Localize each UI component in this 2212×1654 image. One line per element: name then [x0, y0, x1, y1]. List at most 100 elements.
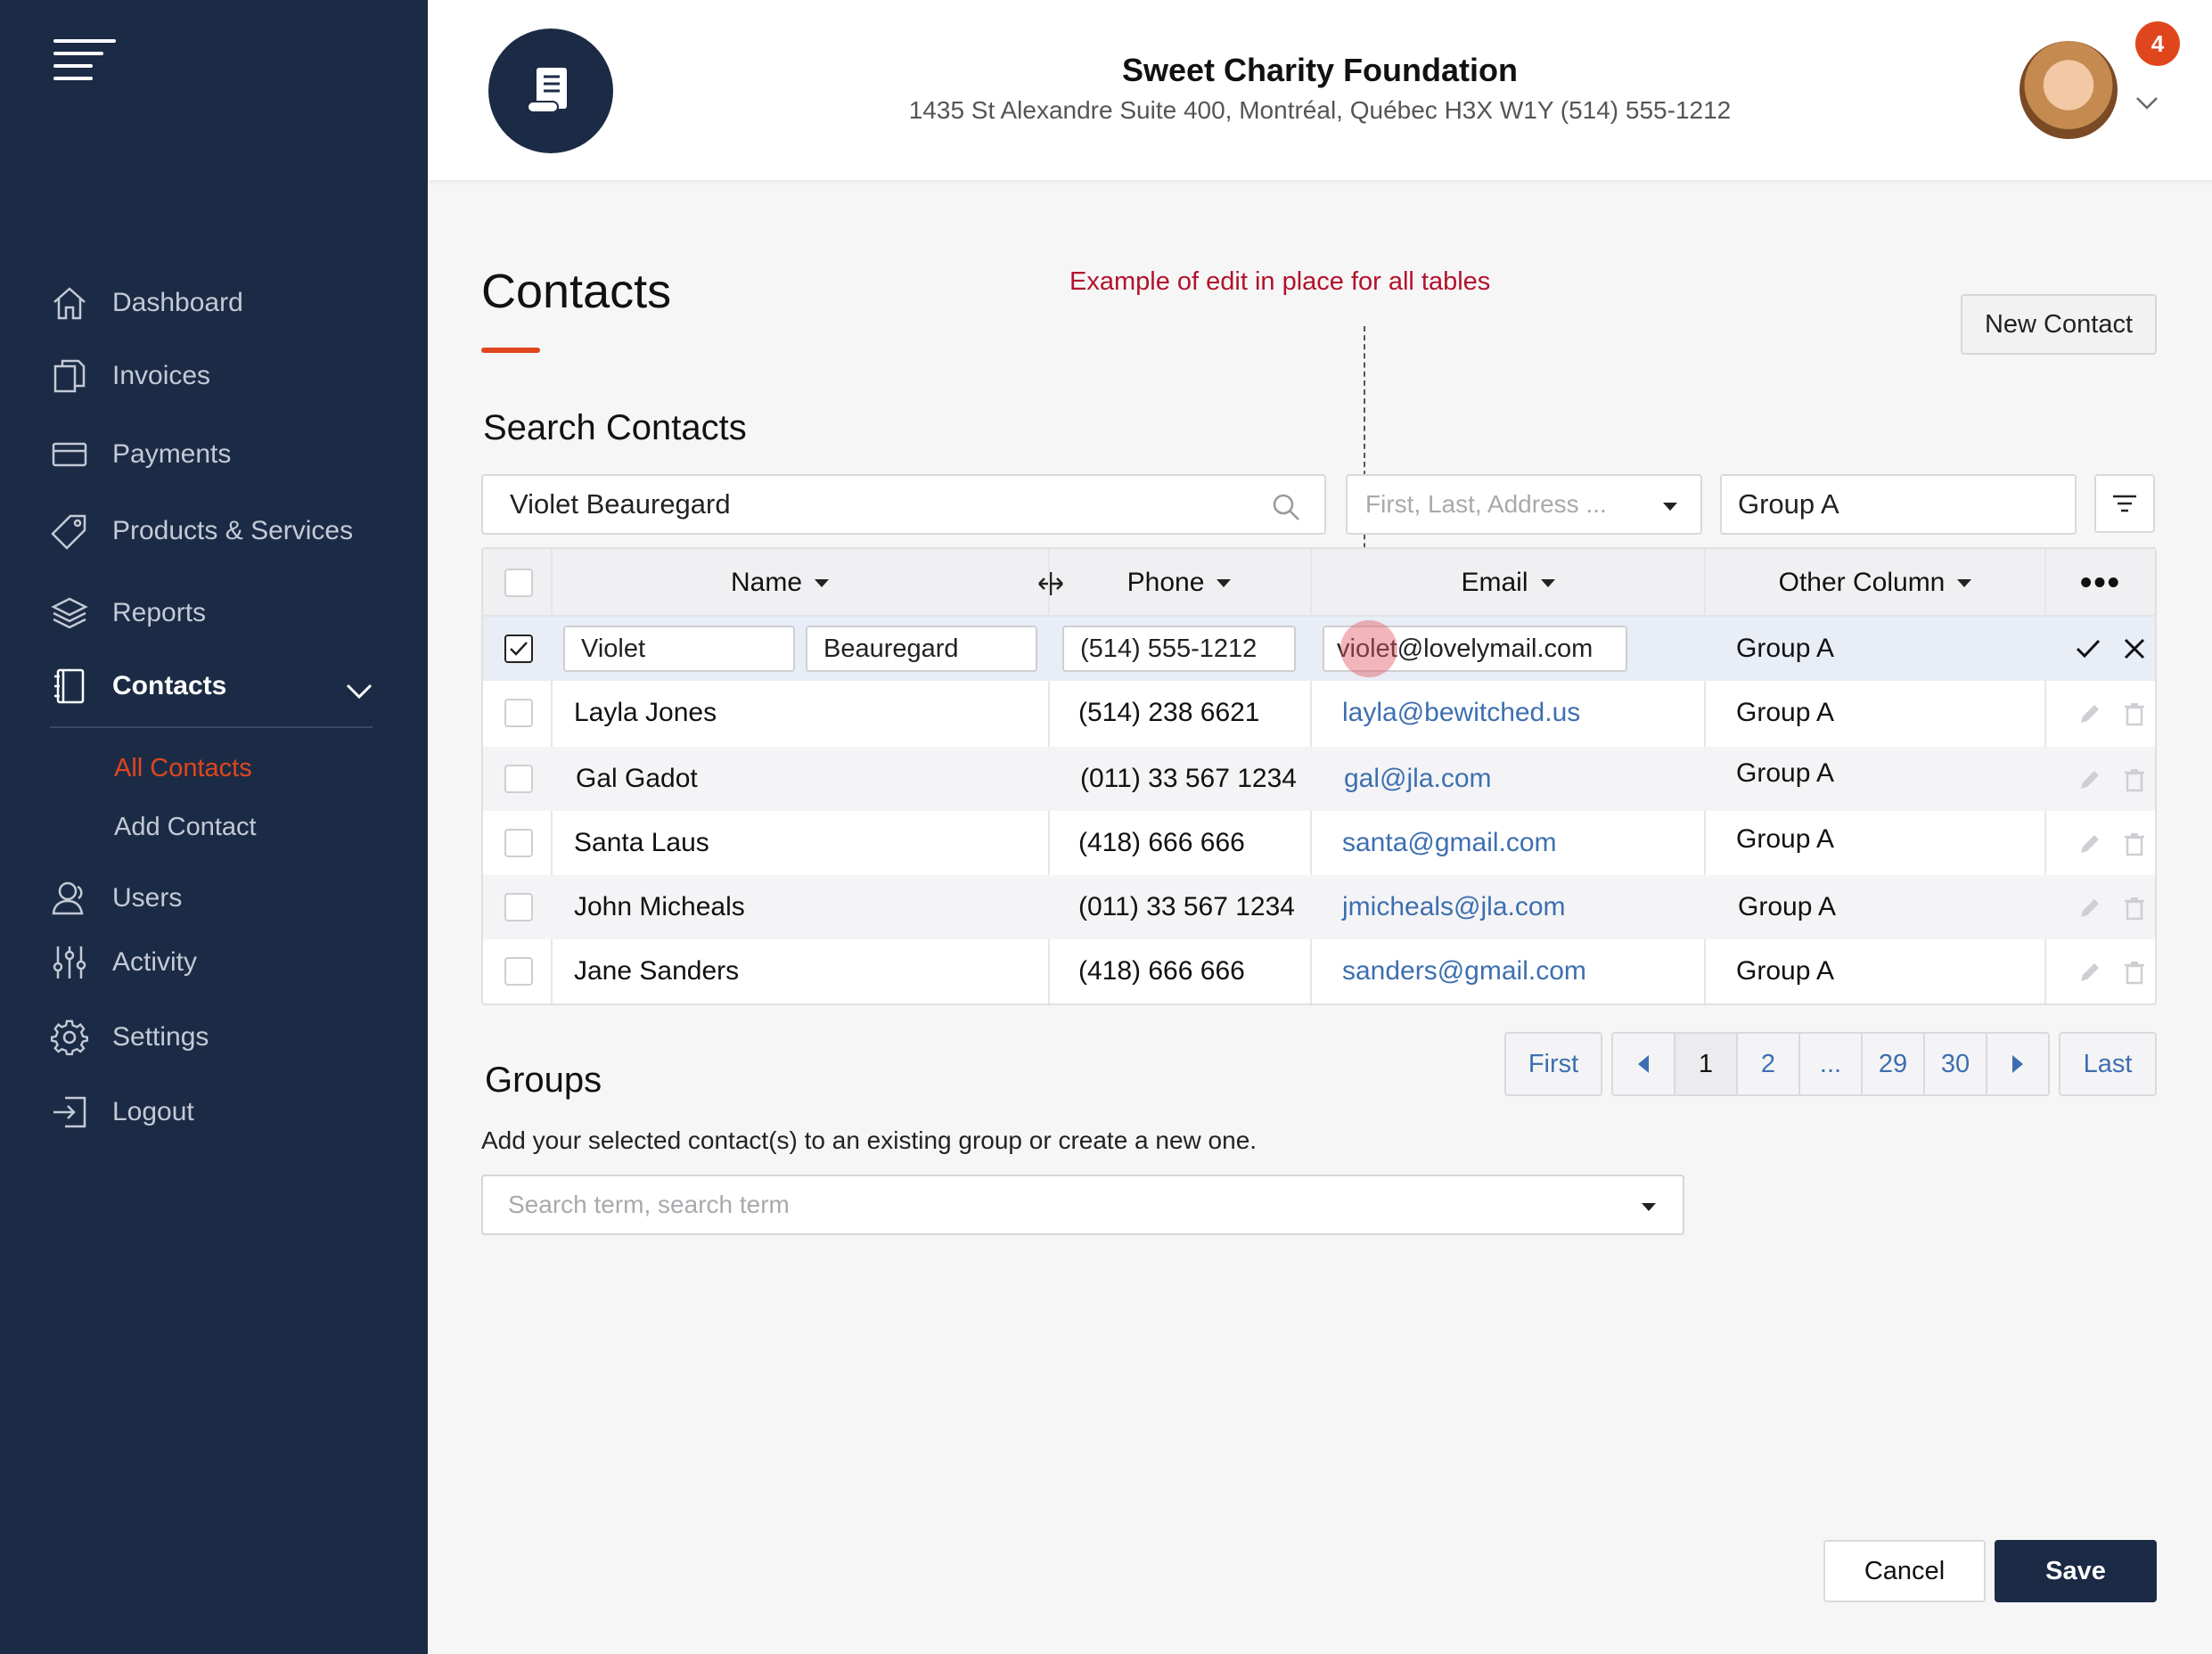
sidebar-item-products-services[interactable]: Products & Services [50, 506, 353, 556]
row-checkbox[interactable] [504, 635, 533, 663]
pagination-last-button[interactable]: Last [2059, 1032, 2157, 1096]
sidebar-item-label: Dashboard [112, 288, 243, 317]
pagination-first-button[interactable]: First [1504, 1032, 1602, 1096]
cancel-button[interactable]: Cancel [1823, 1540, 1986, 1602]
first-name-input[interactable]: Violet [563, 626, 795, 672]
trash-icon[interactable] [2121, 700, 2148, 727]
pagination-page-button[interactable]: 29 [1863, 1034, 1925, 1094]
email-link[interactable]: jmicheals@jla.com [1342, 875, 1566, 939]
email-link[interactable]: layla@bewitched.us [1342, 681, 1580, 745]
filter-button[interactable] [2094, 474, 2155, 533]
pagination-prev-button[interactable] [1613, 1034, 1675, 1094]
edit-pencil-icon[interactable] [2077, 766, 2103, 793]
sidebar-subitem-add-contact[interactable]: Add Contact [114, 813, 257, 842]
layers-icon [50, 594, 89, 633]
sidebar-subitem-all-contacts[interactable]: All Contacts [114, 754, 252, 783]
group-search-placeholder: Search term, search term [508, 1191, 790, 1218]
sidebar-item-logout[interactable]: Logout [50, 1087, 194, 1137]
sidebar-item-users[interactable]: Users [50, 873, 182, 923]
table-row: Gal Gadot (011) 33 567 1234 gal@jla.com … [483, 747, 2155, 811]
name-cell: John Micheals [574, 892, 745, 921]
sidebar-item-contacts[interactable]: Contacts [50, 661, 226, 711]
notification-badge[interactable]: 4 [2135, 21, 2180, 66]
row-checkbox[interactable] [504, 765, 533, 793]
row-checkbox[interactable] [504, 893, 533, 921]
caret-down-icon [1217, 578, 1232, 587]
sliders-icon [50, 943, 89, 982]
column-header-label: Other Column [1778, 568, 1946, 597]
select-all-checkbox[interactable] [504, 569, 533, 597]
edit-pencil-icon[interactable] [2077, 700, 2103, 727]
pagination-page-button[interactable]: 1 [1675, 1034, 1738, 1094]
group-filter-value: Group A [1738, 488, 1839, 520]
row-checkbox[interactable] [504, 829, 533, 857]
pagination-page-button[interactable]: 30 [1925, 1034, 1987, 1094]
email-link[interactable]: sanders@gmail.com [1342, 939, 1586, 1003]
logout-icon [50, 1093, 89, 1132]
confirm-check-icon[interactable] [2075, 635, 2101, 662]
edit-pencil-icon[interactable] [2077, 831, 2103, 857]
column-header-email[interactable]: Email [1312, 549, 1704, 617]
page-title: Contacts [481, 265, 672, 318]
group-cell: Group A [1736, 956, 1835, 986]
edit-pencil-icon[interactable] [2077, 895, 2103, 921]
groups-title: Groups [485, 1060, 602, 1100]
group-search-select[interactable]: Search term, search term [481, 1175, 1684, 1235]
menu-icon[interactable] [53, 39, 116, 89]
sidebar-item-label: Payments [112, 439, 232, 469]
search-icon[interactable] [1271, 492, 1301, 522]
phone-input[interactable]: (514) 555-1212 [1062, 626, 1296, 672]
group-cell: Group A [1736, 758, 1835, 788]
sidebar-item-label: Invoices [112, 361, 211, 390]
table-row: Jane Sanders (418) 666 666 sanders@gmail… [483, 939, 2155, 1003]
sidebar-item-payments[interactable]: Payments [50, 430, 231, 479]
email-link[interactable]: santa@gmail.com [1342, 811, 1557, 875]
new-contact-button[interactable]: New Contact [1961, 294, 2157, 355]
annotation-note: Example of edit in place for all tables [1069, 267, 1491, 296]
caret-down-icon [815, 578, 830, 587]
email-link[interactable]: gal@jla.com [1344, 747, 1492, 811]
filter-icon [2113, 495, 2136, 512]
trash-icon[interactable] [2121, 895, 2148, 921]
sidebar-item-invoices[interactable]: Invoices [50, 351, 210, 401]
chevron-down-icon[interactable] [344, 676, 374, 706]
more-options-icon[interactable]: ••• [2048, 549, 2153, 617]
save-button[interactable]: Save [1995, 1540, 2157, 1602]
table-row: John Micheals (011) 33 567 1234 jmicheal… [483, 875, 2155, 939]
caret-down-icon [1957, 578, 1972, 587]
sidebar-item-reports[interactable]: Reports [50, 588, 206, 638]
column-header-name[interactable]: Name [553, 549, 1007, 617]
contacts-table: Name Phone Email Other Column ••• Violet… [481, 547, 2157, 1005]
tag-icon [50, 512, 89, 551]
trash-icon[interactable] [2121, 831, 2148, 857]
pagination-next-button[interactable] [1987, 1034, 2048, 1094]
trash-icon[interactable] [2121, 959, 2148, 986]
caret-down-icon [1642, 1203, 1656, 1211]
sidebar-item-label: Contacts [112, 671, 227, 700]
avatar[interactable] [2019, 41, 2118, 139]
table-row-editing: Violet Beauregard (514) 555-1212 violet@… [483, 617, 2155, 681]
user-icon [50, 879, 89, 918]
row-checkbox[interactable] [504, 699, 533, 727]
last-name-input[interactable]: Beauregard [806, 626, 1037, 672]
phone-cell: (514) 238 6621 [1078, 698, 1260, 727]
sidebar-item-activity[interactable]: Activity [50, 938, 197, 987]
edit-pencil-icon[interactable] [2077, 959, 2103, 986]
column-header-other[interactable]: Other Column [1706, 549, 2044, 617]
name-cell: Layla Jones [574, 698, 717, 727]
title-underline [481, 348, 540, 353]
trash-icon[interactable] [2121, 766, 2148, 793]
column-header-phone[interactable]: Phone [1050, 549, 1308, 617]
search-input[interactable]: Violet Beauregard [481, 474, 1326, 535]
phone-cell: (418) 666 666 [1078, 828, 1245, 857]
chevron-down-icon[interactable] [2134, 89, 2160, 116]
group-cell: Group A [1736, 698, 1835, 727]
cancel-close-icon[interactable] [2121, 635, 2148, 662]
sidebar-item-dashboard[interactable]: Dashboard [50, 278, 243, 328]
group-filter-input[interactable]: Group A [1720, 474, 2077, 535]
row-checkbox[interactable] [504, 957, 533, 986]
sidebar: Dashboard Invoices Payments Products & S… [0, 0, 428, 1654]
pagination-page-button[interactable]: 2 [1738, 1034, 1800, 1094]
search-field-select[interactable]: First, Last, Address ... [1346, 474, 1702, 535]
sidebar-item-settings[interactable]: Settings [50, 1012, 209, 1062]
